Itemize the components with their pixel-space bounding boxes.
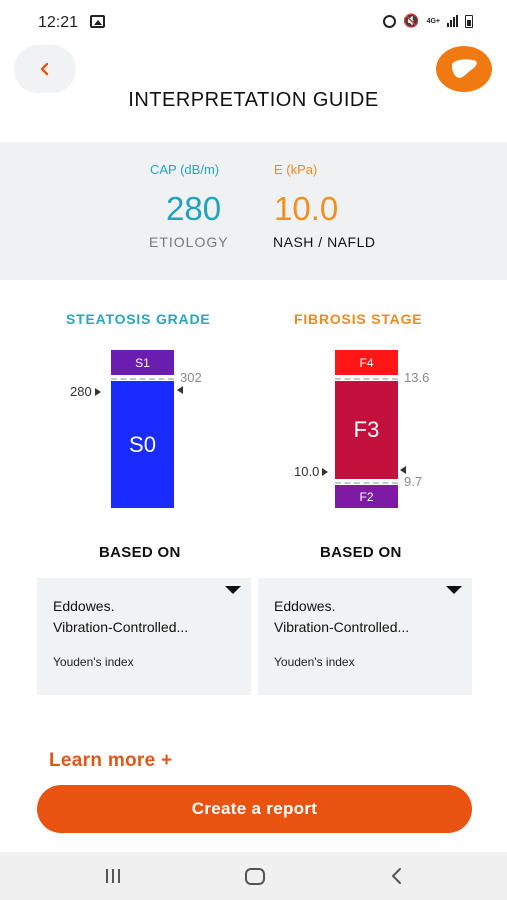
dropdown-arrow-icon: [446, 586, 462, 594]
steatosis-reference-dropdown[interactable]: Eddowes. Vibration-Controlled... Youden'…: [37, 578, 251, 695]
signal-icon: [447, 15, 458, 27]
etiology-value: NASH / NAFLD: [273, 234, 376, 250]
measurement-summary: CAP (dB/m) 280 ETIOLOGY E (kPa) 10.0 NAS…: [0, 142, 507, 280]
reference-method: Youden's index: [53, 655, 134, 669]
home-button[interactable]: [245, 868, 265, 885]
page-title: INTERPRETATION GUIDE: [128, 89, 379, 111]
fibrosis-reference-dropdown[interactable]: Eddowes. Vibration-Controlled... Youden'…: [258, 578, 472, 695]
fibrosis-measurement-marker: 10.0: [294, 464, 329, 479]
e-label: E (kPa): [274, 162, 318, 177]
fibrosis-measurement-label: 10.0: [294, 464, 320, 479]
liver-logo-icon: [436, 46, 492, 92]
cap-value: 280: [166, 190, 222, 227]
reference-method: Youden's index: [274, 655, 355, 669]
status-bar: 12:21 🔇 4G+: [0, 0, 507, 44]
steatosis-title: STEATOSIS GRADE: [66, 311, 211, 327]
fibrosis-lower-threshold-line: [335, 482, 398, 484]
steatosis-based-on-title: BASED ON: [99, 544, 181, 561]
pointer-right-icon: [322, 467, 329, 476]
cap-label: CAP (dB/m): [150, 162, 220, 177]
back-button[interactable]: [14, 45, 76, 93]
reference-author: Eddowes.: [274, 598, 336, 614]
alarm-icon: [383, 14, 397, 28]
recent-apps-button[interactable]: [106, 869, 120, 883]
fibrosis-stage-f4: F4: [335, 350, 398, 375]
etiology-label: ETIOLOGY: [149, 234, 229, 250]
steatosis-measurement-label: 280: [70, 384, 92, 399]
fibrosis-title: FIBROSIS STAGE: [294, 311, 423, 327]
system-nav-bar: [0, 852, 507, 900]
status-icons: 🔇 4G+: [383, 13, 473, 29]
steatosis-threshold-line: [111, 378, 174, 380]
fibrosis-lower-threshold-label: 9.7: [404, 474, 423, 489]
reference-title: Vibration-Controlled...: [53, 619, 189, 635]
gallery-icon: [90, 15, 105, 28]
pointer-left-icon: [400, 466, 406, 474]
fibrosis-upper-threshold-label: 13.6: [404, 370, 430, 385]
chevron-left-icon: [40, 62, 49, 76]
reference-title: Vibration-Controlled...: [274, 619, 410, 635]
fibrosis-based-on-title: BASED ON: [320, 544, 402, 561]
reference-author: Eddowes.: [53, 598, 115, 614]
battery-icon: [465, 14, 473, 28]
e-value: 10.0: [274, 190, 339, 227]
fibrosis-stage-f3: F3: [335, 381, 398, 479]
mute-icon: 🔇: [403, 13, 420, 28]
nav-back-button[interactable]: [390, 866, 404, 886]
network-type-label: 4G+: [426, 17, 440, 25]
steatosis-grade-s1: S1: [111, 350, 174, 375]
learn-more-link[interactable]: Learn more +: [49, 750, 172, 772]
pointer-right-icon: [94, 387, 101, 396]
fibrosis-upper-threshold-line: [335, 378, 398, 380]
status-time: 12:21: [38, 14, 79, 31]
fibrosis-stage-f2: F2: [335, 485, 398, 508]
steatosis-measurement-marker: 280: [70, 384, 101, 399]
dropdown-arrow-icon: [225, 586, 241, 594]
steatosis-threshold-label: 302: [180, 370, 202, 385]
create-report-button[interactable]: Create a report: [37, 785, 472, 833]
pointer-left-icon: [177, 386, 183, 394]
steatosis-grade-s0: S0: [111, 381, 174, 508]
